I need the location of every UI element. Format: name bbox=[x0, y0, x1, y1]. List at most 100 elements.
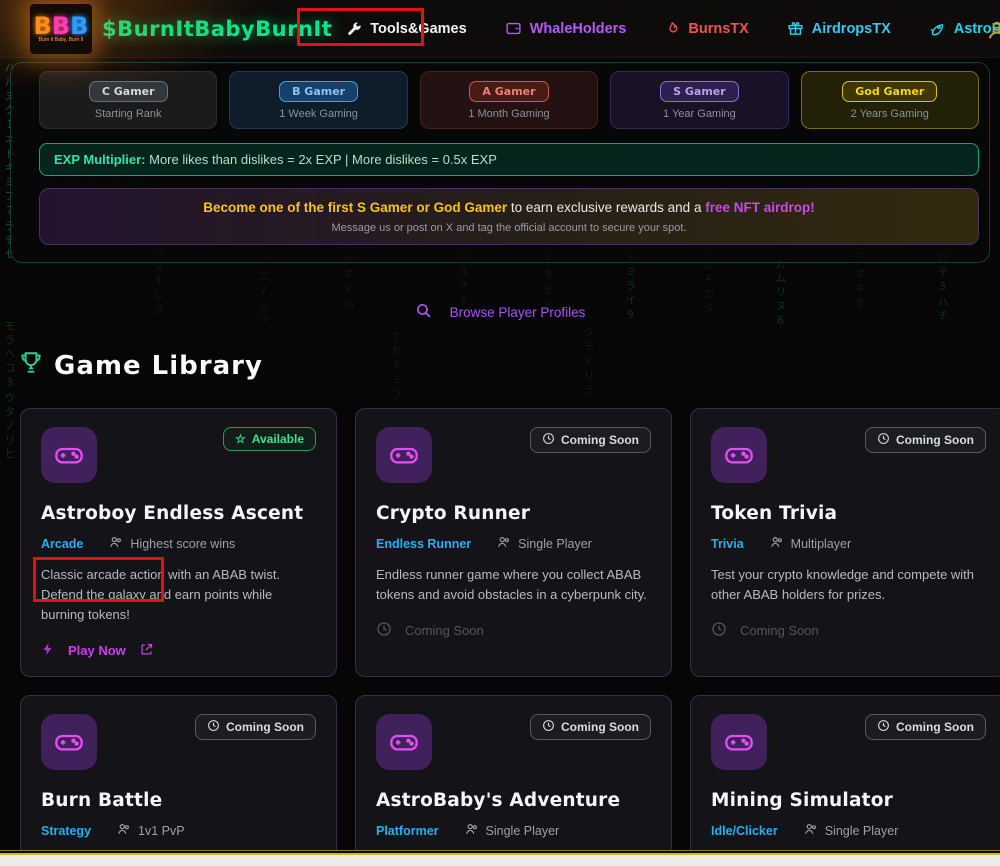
tier-badge: God Gamer bbox=[842, 80, 938, 102]
browse-label: Browse Player Profiles bbox=[449, 304, 586, 320]
clock-icon bbox=[711, 621, 727, 640]
gamepad-icon bbox=[41, 427, 97, 483]
game-title: Crypto Runner bbox=[376, 503, 531, 524]
bottom-marquee-strip bbox=[0, 850, 1000, 866]
logo-letters: BBB bbox=[33, 11, 89, 40]
nav-item-whaleholders[interactable]: WhaleHolders bbox=[505, 20, 626, 37]
exp-multiplier-banner: EXP Multiplier: More likes than dislikes… bbox=[39, 143, 979, 176]
nav-item-burnstx[interactable]: BurnsTX bbox=[664, 20, 749, 37]
players-icon bbox=[109, 535, 123, 552]
nav-item-airdropstx[interactable]: AirdropsTX bbox=[787, 20, 891, 37]
brand-title[interactable]: $BurnItBabyBurnIt bbox=[102, 17, 332, 41]
tier-subtitle: 1 Year Gaming bbox=[663, 107, 736, 120]
status-badge: Coming Soon bbox=[865, 714, 986, 741]
game-card-mining-simulator[interactable]: Coming Soon Mining Simulator Idle/Clicke… bbox=[690, 695, 1000, 866]
status-badge: Coming Soon bbox=[530, 714, 651, 741]
game-description: Classic arcade action with an ABAB twist… bbox=[41, 567, 281, 623]
game-title: Mining Simulator bbox=[711, 790, 893, 812]
status-label: Available bbox=[251, 432, 304, 446]
clock-icon bbox=[542, 719, 555, 735]
coming-soon-footer: Coming Soon bbox=[376, 621, 484, 640]
top-nav: BBB Burn It Baby, Burn It $BurnItBabyBur… bbox=[0, 0, 1000, 100]
browse-player-profiles-link[interactable]: Browse Player Profiles bbox=[0, 301, 1000, 323]
tier-subtitle: 2 Years Gaming bbox=[850, 107, 929, 120]
person-icon[interactable] bbox=[986, 19, 1000, 46]
brand-logo[interactable]: BBB Burn It Baby, Burn It bbox=[30, 3, 92, 54]
tier-badge: S Gamer bbox=[660, 80, 739, 102]
tier-card-c-gamer: C Gamer Starting Rank bbox=[39, 71, 218, 129]
bolt-icon bbox=[41, 641, 55, 660]
tier-badge: B Gamer bbox=[279, 80, 359, 102]
game-card-token-trivia[interactable]: Coming Soon Token Trivia Trivia Multipla… bbox=[690, 408, 1000, 678]
game-library-heading: Game Library bbox=[18, 349, 1000, 382]
gamepad-icon bbox=[41, 714, 97, 771]
tier-badge: A Gamer bbox=[469, 80, 549, 102]
trophy-icon bbox=[18, 349, 44, 382]
nav-item-label: Tools&Games bbox=[370, 20, 467, 37]
promo-banner: Become one of the first S Gamer or God G… bbox=[39, 188, 979, 245]
search-icon bbox=[415, 302, 432, 322]
game-title: AstroBaby's Adventure bbox=[376, 790, 621, 812]
logo-caption: Burn It Baby, Burn It bbox=[38, 36, 84, 43]
game-card-burn-battle[interactable]: Coming Soon Burn Battle Strategy 1v1 PvP… bbox=[20, 695, 337, 866]
game-meta-label: Single Player bbox=[485, 823, 560, 838]
game-card-crypto-runner[interactable]: Coming Soon Crypto Runner Endless Runner… bbox=[355, 408, 672, 678]
tier-card-a-gamer: A Gamer 1 Month Gaming bbox=[419, 71, 599, 129]
gamepad-icon bbox=[711, 427, 767, 483]
status-label: Coming Soon bbox=[896, 433, 974, 447]
play-now-label: Play Now bbox=[68, 643, 126, 659]
nav-item-tools-games[interactable]: Tools&Games bbox=[346, 20, 467, 37]
game-category: Arcade bbox=[41, 536, 84, 551]
promo-subtext: Message us or post on X and tag the offi… bbox=[331, 222, 687, 234]
gamer-ranks-section: C Gamer Starting Rank B Gamer 1 Week Gam… bbox=[10, 62, 990, 263]
tier-subtitle: 1 Week Gaming bbox=[279, 107, 358, 120]
gamepad-icon bbox=[376, 427, 432, 483]
status-badge: Coming Soon bbox=[195, 714, 316, 741]
nav-item-label: BurnsTX bbox=[688, 20, 749, 37]
status-badge: Coming Soon bbox=[530, 427, 651, 453]
players-icon bbox=[117, 822, 131, 839]
game-meta-label: Single Player bbox=[518, 536, 592, 551]
tier-subtitle: Starting Rank bbox=[94, 107, 162, 120]
flame-icon bbox=[664, 20, 680, 37]
game-category: Trivia bbox=[711, 536, 744, 551]
status-label: Coming Soon bbox=[561, 433, 639, 447]
game-category: Platformer bbox=[376, 823, 439, 838]
matrix-rain-column: トミライ9 bbox=[624, 252, 637, 324]
game-description: Endless runner game where you collect AB… bbox=[376, 567, 647, 603]
game-card-astrobabys-adventure[interactable]: Coming Soon AstroBaby's Adventure Platfo… bbox=[355, 695, 672, 866]
tier-card-s-gamer: S Gamer 1 Year Gaming bbox=[610, 71, 789, 129]
game-title: Token Trivia bbox=[711, 503, 838, 524]
tier-card-b-gamer: B Gamer 1 Week Gaming bbox=[229, 71, 408, 129]
tier-card-god-gamer: God Gamer 2 Years Gaming bbox=[800, 71, 979, 129]
clock-icon bbox=[877, 432, 890, 448]
game-category: Strategy bbox=[41, 823, 92, 838]
game-card-astroboy-endless-ascent[interactable]: ☆ Available Astroboy Endless Ascent Arca… bbox=[20, 408, 337, 678]
status-label: Coming Soon bbox=[896, 720, 974, 735]
play-now-button[interactable]: Play Now bbox=[41, 641, 154, 660]
matrix-rain-column: カムリヌ6 bbox=[774, 258, 787, 330]
status-label: Coming Soon bbox=[561, 720, 639, 735]
star-icon: ☆ bbox=[234, 432, 246, 446]
wrench-icon bbox=[346, 21, 362, 37]
page-title: Game Library bbox=[54, 350, 263, 381]
clock-icon bbox=[877, 719, 890, 735]
tier-subtitle: 1 Month Gaming bbox=[468, 107, 550, 120]
promo-mid: to earn exclusive rewards and a bbox=[507, 200, 706, 215]
players-icon bbox=[804, 822, 818, 839]
game-description: Test your crypto knowledge and compete w… bbox=[711, 567, 975, 603]
nav-item-label: AirdropsTX bbox=[811, 20, 891, 37]
gamepad-icon bbox=[376, 714, 432, 771]
tier-badge: C Gamer bbox=[88, 80, 168, 102]
promo-accent: free NFT airdrop! bbox=[705, 200, 815, 215]
game-category: Idle/Clicker bbox=[711, 823, 778, 838]
game-meta-label: Single Player bbox=[824, 823, 899, 838]
games-grid: ☆ Available Astroboy Endless Ascent Arca… bbox=[20, 408, 1000, 866]
gift-icon bbox=[787, 20, 804, 37]
status-badge: Coming Soon bbox=[865, 427, 986, 453]
game-meta-label: 1v1 PvP bbox=[138, 823, 185, 838]
gamepad-icon bbox=[711, 714, 767, 771]
players-icon bbox=[770, 535, 784, 552]
game-meta-label: Highest score wins bbox=[130, 536, 236, 551]
promo-highlight: Become one of the first S Gamer or God G… bbox=[203, 200, 508, 215]
